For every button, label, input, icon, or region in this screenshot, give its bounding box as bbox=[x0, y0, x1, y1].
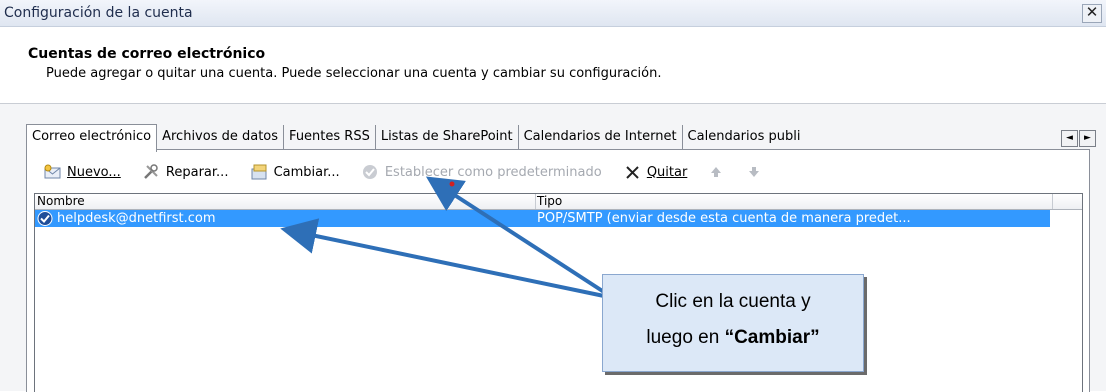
click-indicator-dot bbox=[449, 181, 455, 187]
instruction-callout: Clic en la cuenta y luego en “Cambiar” bbox=[602, 274, 864, 372]
callout-emphasis: “Cambiar” bbox=[724, 327, 820, 348]
callout-line-2: luego en “Cambiar” bbox=[603, 327, 863, 349]
annotation-arrows bbox=[280, 176, 606, 298]
callout-line-2-text: luego en bbox=[646, 327, 725, 348]
callout-line-1: Clic en la cuenta y bbox=[655, 291, 811, 312]
arrow-to-change-button bbox=[425, 176, 606, 294]
